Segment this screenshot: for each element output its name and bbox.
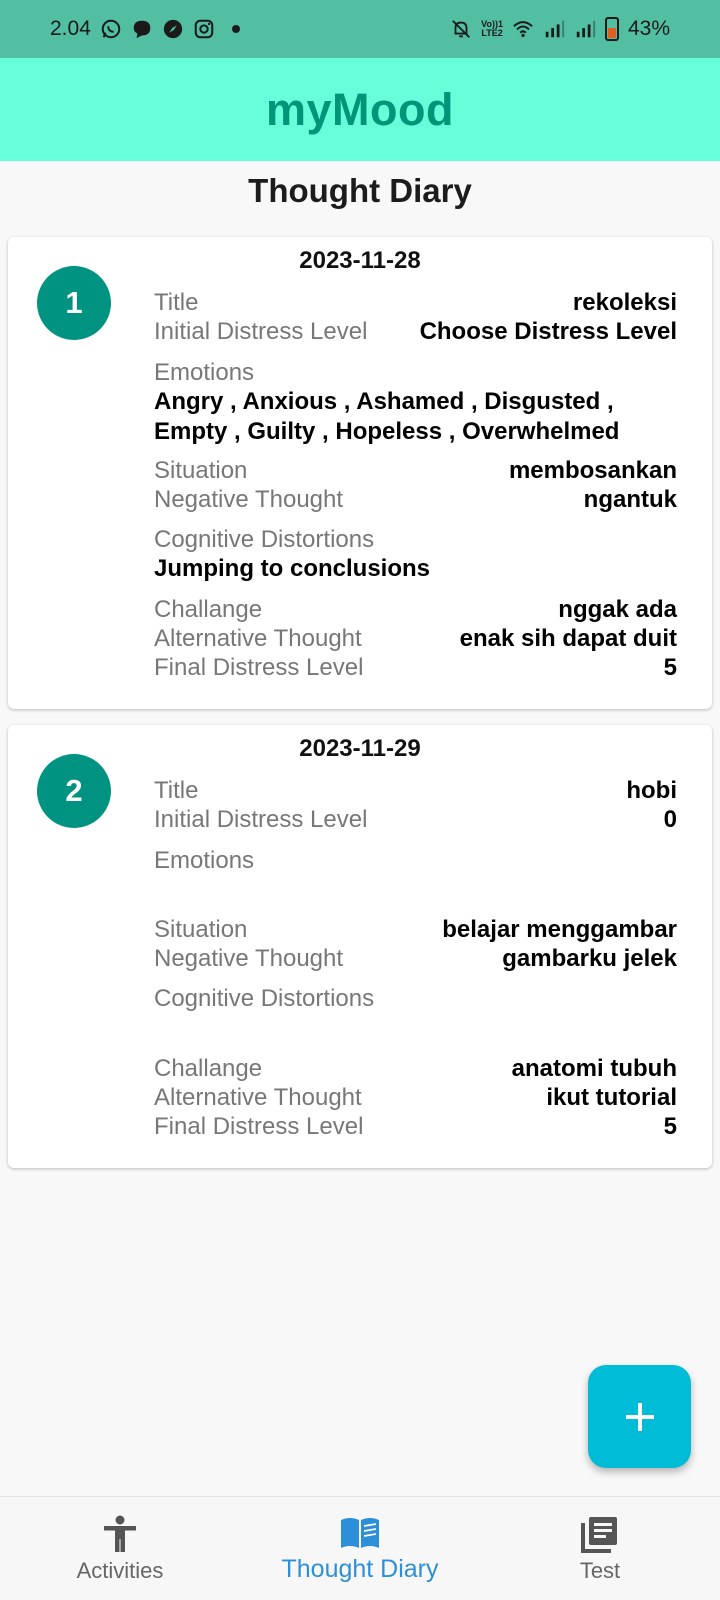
cognitive-distortions-label: Cognitive Distortions — [154, 526, 375, 553]
initial-distress-value: Choose Distress Level — [419, 318, 677, 345]
negative-thought-label: Negative Thought — [154, 486, 344, 513]
nav-label-thought-diary: Thought Diary — [281, 1554, 439, 1583]
entry-title-row: Title hobi — [154, 776, 677, 806]
bottom-navigation: Activities Thought Diary Test — [0, 1496, 720, 1600]
alternative-thought-row: Alternative Thought ikut tutorial — [154, 1083, 677, 1113]
status-bar-right: Vo))1 LTE2 43% — [450, 17, 670, 41]
nav-label-test: Test — [579, 1558, 621, 1583]
add-entry-button[interactable] — [588, 1365, 691, 1468]
challange-row: Challange nggak ada — [154, 595, 677, 625]
situation-value: belajar menggambar — [442, 916, 677, 943]
situation-label: Situation — [154, 457, 248, 484]
page-title: Thought Diary — [248, 172, 472, 209]
signal-icon-sim2 — [576, 20, 596, 38]
instagram-icon — [194, 19, 214, 39]
final-distress-value: 5 — [663, 654, 677, 681]
wifi-icon — [513, 21, 533, 38]
title-value: hobi — [626, 777, 677, 804]
more-notifications-dot-icon — [231, 25, 240, 33]
entry-number-badge: 2 — [37, 754, 111, 828]
final-distress-label: Final Distress Level — [154, 654, 364, 681]
nav-item-activities[interactable]: Activities — [0, 1497, 240, 1600]
challange-label: Challange — [154, 596, 263, 623]
alternative-thought-label: Alternative Thought — [154, 1084, 362, 1111]
entry-title-row: Title rekoleksi — [154, 288, 677, 318]
emotions-value: Angry , Anxious , Ashamed , Disgusted , … — [154, 388, 620, 445]
battery-percent: 43% — [627, 17, 670, 40]
final-distress-row: Final Distress Level 5 — [154, 1112, 677, 1142]
negative-thought-row: Negative Thought ngantuk — [154, 485, 677, 515]
library-books-icon — [581, 1517, 617, 1553]
entry-number-badge: 1 — [37, 266, 111, 340]
app-bar: myMood — [0, 58, 720, 161]
challange-label: Challange — [154, 1055, 263, 1082]
initial-distress-label: Initial Distress Level — [154, 806, 368, 833]
message-icon — [133, 20, 151, 39]
final-distress-row: Final Distress Level 5 — [154, 653, 677, 683]
status-time: 2.04 — [50, 17, 91, 40]
challange-row: Challange anatomi tubuh — [154, 1054, 677, 1084]
situation-row: Situation belajar menggambar — [154, 915, 677, 945]
entry-date: 2023-11-28 — [299, 247, 421, 274]
nav-item-thought-diary[interactable]: Thought Diary — [240, 1497, 480, 1600]
nav-label-activities: Activities — [76, 1558, 164, 1583]
situation-row: Situation membosankan — [154, 456, 677, 486]
battery-icon — [604, 17, 619, 41]
alternative-thought-label: Alternative Thought — [154, 625, 362, 652]
initial-distress-row: Initial Distress Level Choose Distress L… — [154, 317, 677, 347]
negative-thought-label: Negative Thought — [154, 945, 344, 972]
emotions-label: Emotions — [154, 847, 255, 874]
initial-distress-row: Initial Distress Level 0 — [154, 805, 677, 835]
title-value: rekoleksi — [572, 289, 677, 316]
lte-label: LTE2 — [481, 28, 503, 38]
accessibility-person-icon — [104, 1515, 136, 1552]
cognitive-distortions-label: Cognitive Distortions — [154, 985, 375, 1012]
negative-thought-value: ngantuk — [583, 486, 677, 513]
alternative-thought-row: Alternative Thought enak sih dapat duit — [154, 624, 677, 654]
open-book-icon — [341, 1517, 379, 1548]
initial-distress-label: Initial Distress Level — [154, 318, 368, 345]
challange-value: anatomi tubuh — [511, 1055, 677, 1082]
final-distress-label: Final Distress Level — [154, 1113, 364, 1140]
cognitive-distortions-value: Jumping to conclusions — [154, 555, 431, 582]
plus-icon — [625, 1402, 654, 1431]
entry-date: 2023-11-29 — [299, 735, 421, 762]
negative-thought-row: Negative Thought gambarku jelek — [154, 944, 677, 974]
whatsapp-icon — [101, 19, 121, 39]
final-distress-value: 5 — [663, 1113, 677, 1140]
compass-app-icon — [163, 19, 183, 39]
alternative-thought-value: enak sih dapat duit — [459, 625, 677, 652]
diary-entry-card[interactable]: 2023-11-28 1 Title rekoleksi Initial Dis… — [8, 237, 712, 709]
negative-thought-value: gambarku jelek — [502, 945, 677, 972]
situation-label: Situation — [154, 916, 248, 943]
volte-indicator: Vo))1 LTE2 — [481, 20, 503, 38]
mute-bell-icon — [452, 20, 471, 38]
alternative-thought-value: ikut tutorial — [546, 1084, 677, 1111]
status-bar: 2.04 Vo))1 LTE2 43% — [0, 0, 720, 58]
situation-value: membosankan — [508, 457, 677, 484]
app-title: myMood — [266, 83, 454, 135]
title-label: Title — [154, 289, 199, 316]
emotions-label: Emotions — [154, 359, 255, 386]
nav-item-test[interactable]: Test — [480, 1497, 720, 1600]
status-bar-left: 2.04 — [50, 17, 240, 41]
title-label: Title — [154, 777, 199, 804]
initial-distress-value: 0 — [663, 806, 677, 833]
diary-entry-card[interactable]: 2023-11-29 2 Title hobi Initial Distress… — [8, 725, 712, 1168]
signal-icon-sim1 — [545, 20, 565, 38]
challange-value: nggak ada — [558, 596, 677, 623]
